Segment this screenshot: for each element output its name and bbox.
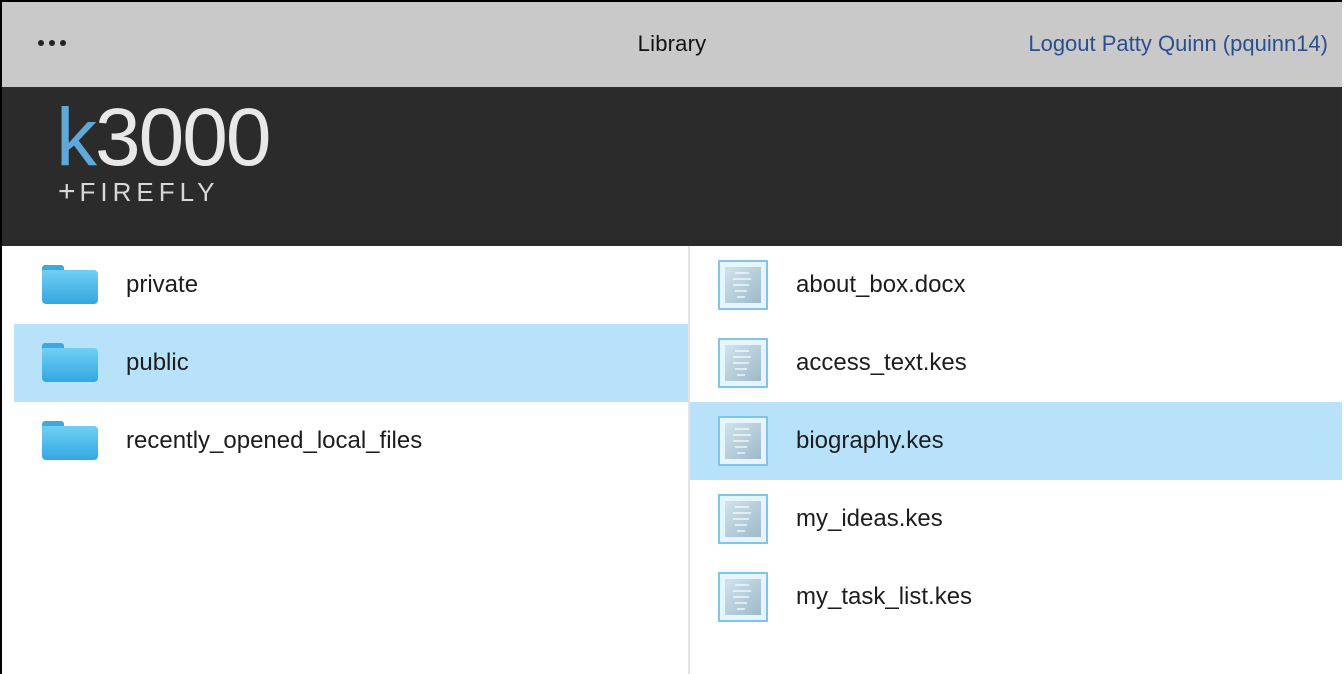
file-item-my-task-list[interactable]: my_task_list.kes <box>690 558 1342 636</box>
file-icon <box>718 572 768 622</box>
brand-header: k3000 +FIREFLY <box>2 87 1342 246</box>
folder-item-private[interactable]: private <box>14 246 688 324</box>
file-label: about_box.docx <box>796 271 966 298</box>
file-label: my_task_list.kes <box>796 583 973 610</box>
k3000-logo: k3000 +FIREFLY <box>56 97 271 208</box>
file-icon <box>718 338 768 388</box>
file-label: my_ideas.kes <box>796 505 943 532</box>
folder-icon <box>42 421 98 461</box>
file-icon <box>718 494 768 544</box>
file-item-my-ideas[interactable]: my_ideas.kes <box>690 480 1342 558</box>
folder-item-public[interactable]: public <box>14 324 688 402</box>
file-label: biography.kes <box>796 427 944 454</box>
logo-number: 3000 <box>95 92 271 183</box>
folder-item-recently-opened-local-files[interactable]: recently_opened_local_files <box>14 402 688 480</box>
folder-label: recently_opened_local_files <box>126 427 423 454</box>
folder-label: private <box>126 271 199 298</box>
file-item-about-box[interactable]: about_box.docx <box>690 246 1342 324</box>
logo-k: k <box>56 92 97 183</box>
logo-sub-text: FIREFLY <box>79 177 220 207</box>
logo-main: k3000 <box>56 97 271 179</box>
logout-link[interactable]: Logout Patty Quinn (pquinn14) <box>1028 31 1328 57</box>
file-icon <box>718 416 768 466</box>
folder-list: private public recently_opened_local_fil… <box>14 246 690 674</box>
folder-label: public <box>126 349 189 376</box>
file-icon <box>718 260 768 310</box>
top-bar: Library Logout Patty Quinn (pquinn14) <box>2 2 1342 87</box>
file-item-biography[interactable]: biography.kes <box>690 402 1342 480</box>
folder-icon <box>42 343 98 383</box>
file-item-access-text[interactable]: access_text.kes <box>690 324 1342 402</box>
file-list: about_box.docx access_text.kes biography… <box>690 246 1342 674</box>
file-label: access_text.kes <box>796 349 967 376</box>
folder-icon <box>42 265 98 305</box>
logo-plus: + <box>58 175 80 208</box>
library-content: private public recently_opened_local_fil… <box>2 246 1342 674</box>
app-window: Library Logout Patty Quinn (pquinn14) k3… <box>0 0 1342 674</box>
